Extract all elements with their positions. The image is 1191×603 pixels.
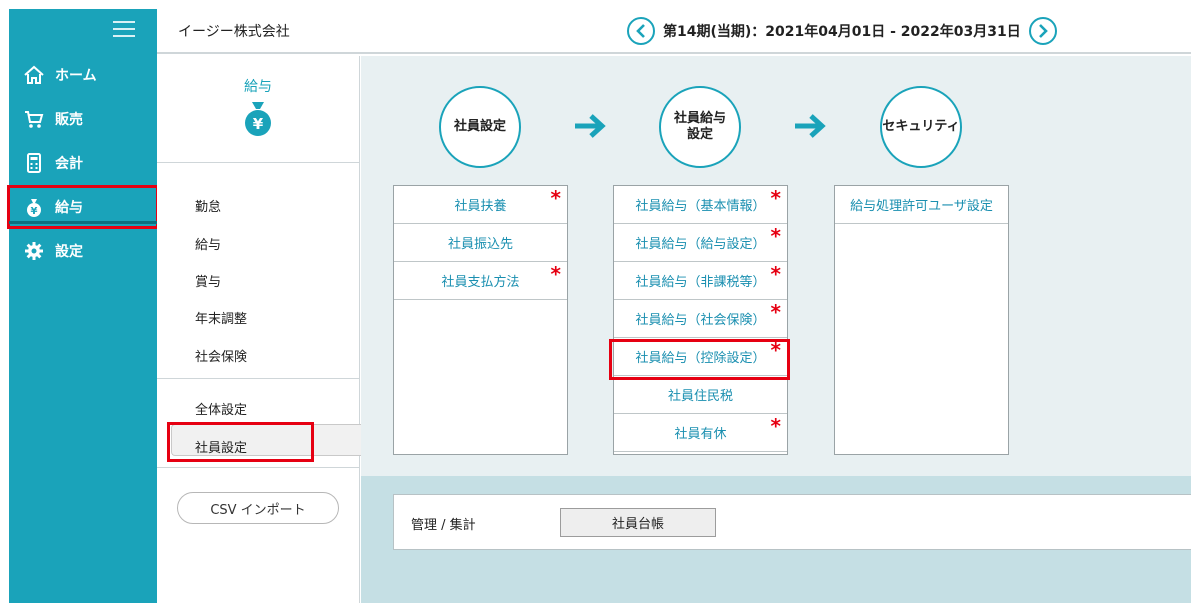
arrow-right-icon [795, 114, 826, 138]
calculator-icon [23, 152, 45, 174]
cart-icon [23, 108, 45, 130]
csv-import-button[interactable]: CSV インポート [177, 492, 339, 524]
required-mark: * [770, 300, 781, 324]
top-header: イージー株式会社 第14期(当期)：2021年04月01日 - 2022年03月… [157, 9, 1191, 54]
fiscal-period-label: 第14期(当期)：2021年04月01日 - 2022年03月31日 [663, 24, 1021, 40]
menu-label: 社員振込先 [447, 237, 513, 252]
left-navigation: ホーム 販売 会計 ¥ 給与 設定 [7, 9, 159, 603]
nav-label-accounting: 会計 [55, 156, 83, 172]
chevron-left-icon [636, 24, 645, 38]
nav-item-home[interactable]: ホーム [9, 55, 157, 95]
sub-item-bonus[interactable]: 賞与 [195, 271, 221, 290]
nav-item-payroll[interactable]: ¥ 給与 [7, 185, 159, 229]
menu-label: 社員給与（給与設定） [635, 237, 766, 252]
security-panel: 給与処理許可ユーザ設定 [834, 185, 1009, 455]
step-label: 社員設定 [453, 119, 506, 134]
management-label: 管理 / 集計 [411, 518, 476, 533]
menu-employee-bank-account[interactable]: 社員振込先 [394, 224, 567, 262]
menu-salary-social-insurance[interactable]: 社員給与（社会保険） * [614, 300, 787, 338]
menu-label: 社員給与（非課税等） [635, 275, 766, 290]
required-mark: * [770, 224, 781, 248]
step-label: セキュリティ [882, 119, 960, 134]
company-name: イージー株式会社 [178, 24, 290, 40]
step-label-line2: 設定 [686, 127, 713, 142]
required-mark: * [550, 262, 561, 286]
sub-item-year-end-adjustment[interactable]: 年末調整 [195, 308, 247, 327]
menu-label: 社員支払方法 [441, 275, 520, 290]
chevron-right-icon [1038, 24, 1048, 38]
step-security: セキュリティ [880, 86, 962, 168]
divider [157, 378, 359, 379]
nav-label-payroll: 給与 [55, 200, 83, 216]
nav-item-sales[interactable]: 販売 [9, 99, 157, 139]
nav-label-sales: 販売 [55, 112, 83, 128]
step-label-line1: 社員給与 [673, 111, 726, 126]
step-employee-settings: 社員設定 [439, 86, 521, 168]
highlight-box [609, 339, 790, 380]
nav-item-accounting[interactable]: 会計 [9, 143, 157, 183]
previous-period-button[interactable] [627, 17, 655, 45]
step-label: 社員給与 設定 [674, 111, 726, 143]
sub-nav-title: 給与 [244, 79, 272, 95]
svg-text:¥: ¥ [253, 115, 264, 133]
payroll-sub-navigation: 給与 ¥ 勤怠 給与 賞与 年末調整 社会保険 全体設定 社員設定 CSV イン… [157, 56, 361, 603]
divider [157, 467, 359, 468]
sub-item-social-insurance[interactable]: 社会保険 [195, 346, 247, 365]
required-mark: * [770, 186, 781, 210]
menu-label: 社員給与（社会保険） [635, 313, 766, 328]
hamburger-menu-icon[interactable] [113, 21, 135, 37]
menu-label: 給与処理許可ユーザ設定 [850, 199, 993, 214]
menu-label: 社員有休 [674, 427, 727, 442]
nav-label-settings: 設定 [55, 244, 83, 260]
sub-item-salary[interactable]: 給与 [195, 234, 221, 253]
employee-salary-panel: 社員給与（基本情報） * 社員給与（給与設定） * 社員給与（非課税等） * 社… [613, 185, 788, 455]
employee-ledger-button[interactable]: 社員台帳 [560, 508, 716, 537]
required-mark: * [770, 262, 781, 286]
sub-item-general-settings[interactable]: 全体設定 [195, 399, 247, 418]
sub-item-attendance[interactable]: 勤怠 [195, 196, 221, 215]
highlight-box [167, 422, 314, 462]
menu-salary-tax-exempt[interactable]: 社員給与（非課税等） * [614, 262, 787, 300]
employee-settings-panel: 社員扶養 * 社員振込先 社員支払方法 * [393, 185, 568, 455]
menu-payroll-permission-users[interactable]: 給与処理許可ユーザ設定 [835, 186, 1008, 224]
menu-employee-paid-leave[interactable]: 社員有休 * [614, 414, 787, 452]
required-mark: * [550, 186, 561, 210]
main-content: 社員設定 社員給与 設定 セキュリティ 社員扶養 * 社員振込先 社員支払方法 … [361, 56, 1191, 603]
step-employee-salary-settings: 社員給与 設定 [659, 86, 741, 168]
gear-icon [23, 240, 45, 262]
nav-label-home: ホーム [55, 68, 97, 84]
money-bag-icon: ¥ [245, 102, 271, 136]
svg-text:¥: ¥ [31, 206, 38, 217]
menu-label: 社員扶養 [454, 199, 507, 214]
home-icon [23, 64, 45, 86]
money-bag-icon: ¥ [23, 196, 45, 218]
menu-label: 社員住民税 [667, 389, 733, 404]
arrow-right-icon [575, 114, 606, 138]
menu-salary-pay-settings[interactable]: 社員給与（給与設定） * [614, 224, 787, 262]
menu-label: 社員給与（基本情報） [635, 199, 766, 214]
menu-salary-basic-info[interactable]: 社員給与（基本情報） * [614, 186, 787, 224]
divider [157, 162, 359, 163]
fiscal-period-selector: 第14期(当期)：2021年04月01日 - 2022年03月31日 [627, 17, 1057, 45]
nav-item-settings[interactable]: 設定 [9, 231, 157, 271]
required-mark: * [770, 414, 781, 438]
menu-employee-dependents[interactable]: 社員扶養 * [394, 186, 567, 224]
menu-employee-resident-tax[interactable]: 社員住民税 [614, 376, 787, 414]
management-panel: 管理 / 集計 社員台帳 [393, 494, 1191, 550]
menu-employee-payment-method[interactable]: 社員支払方法 * [394, 262, 567, 300]
next-period-button[interactable] [1028, 17, 1057, 45]
